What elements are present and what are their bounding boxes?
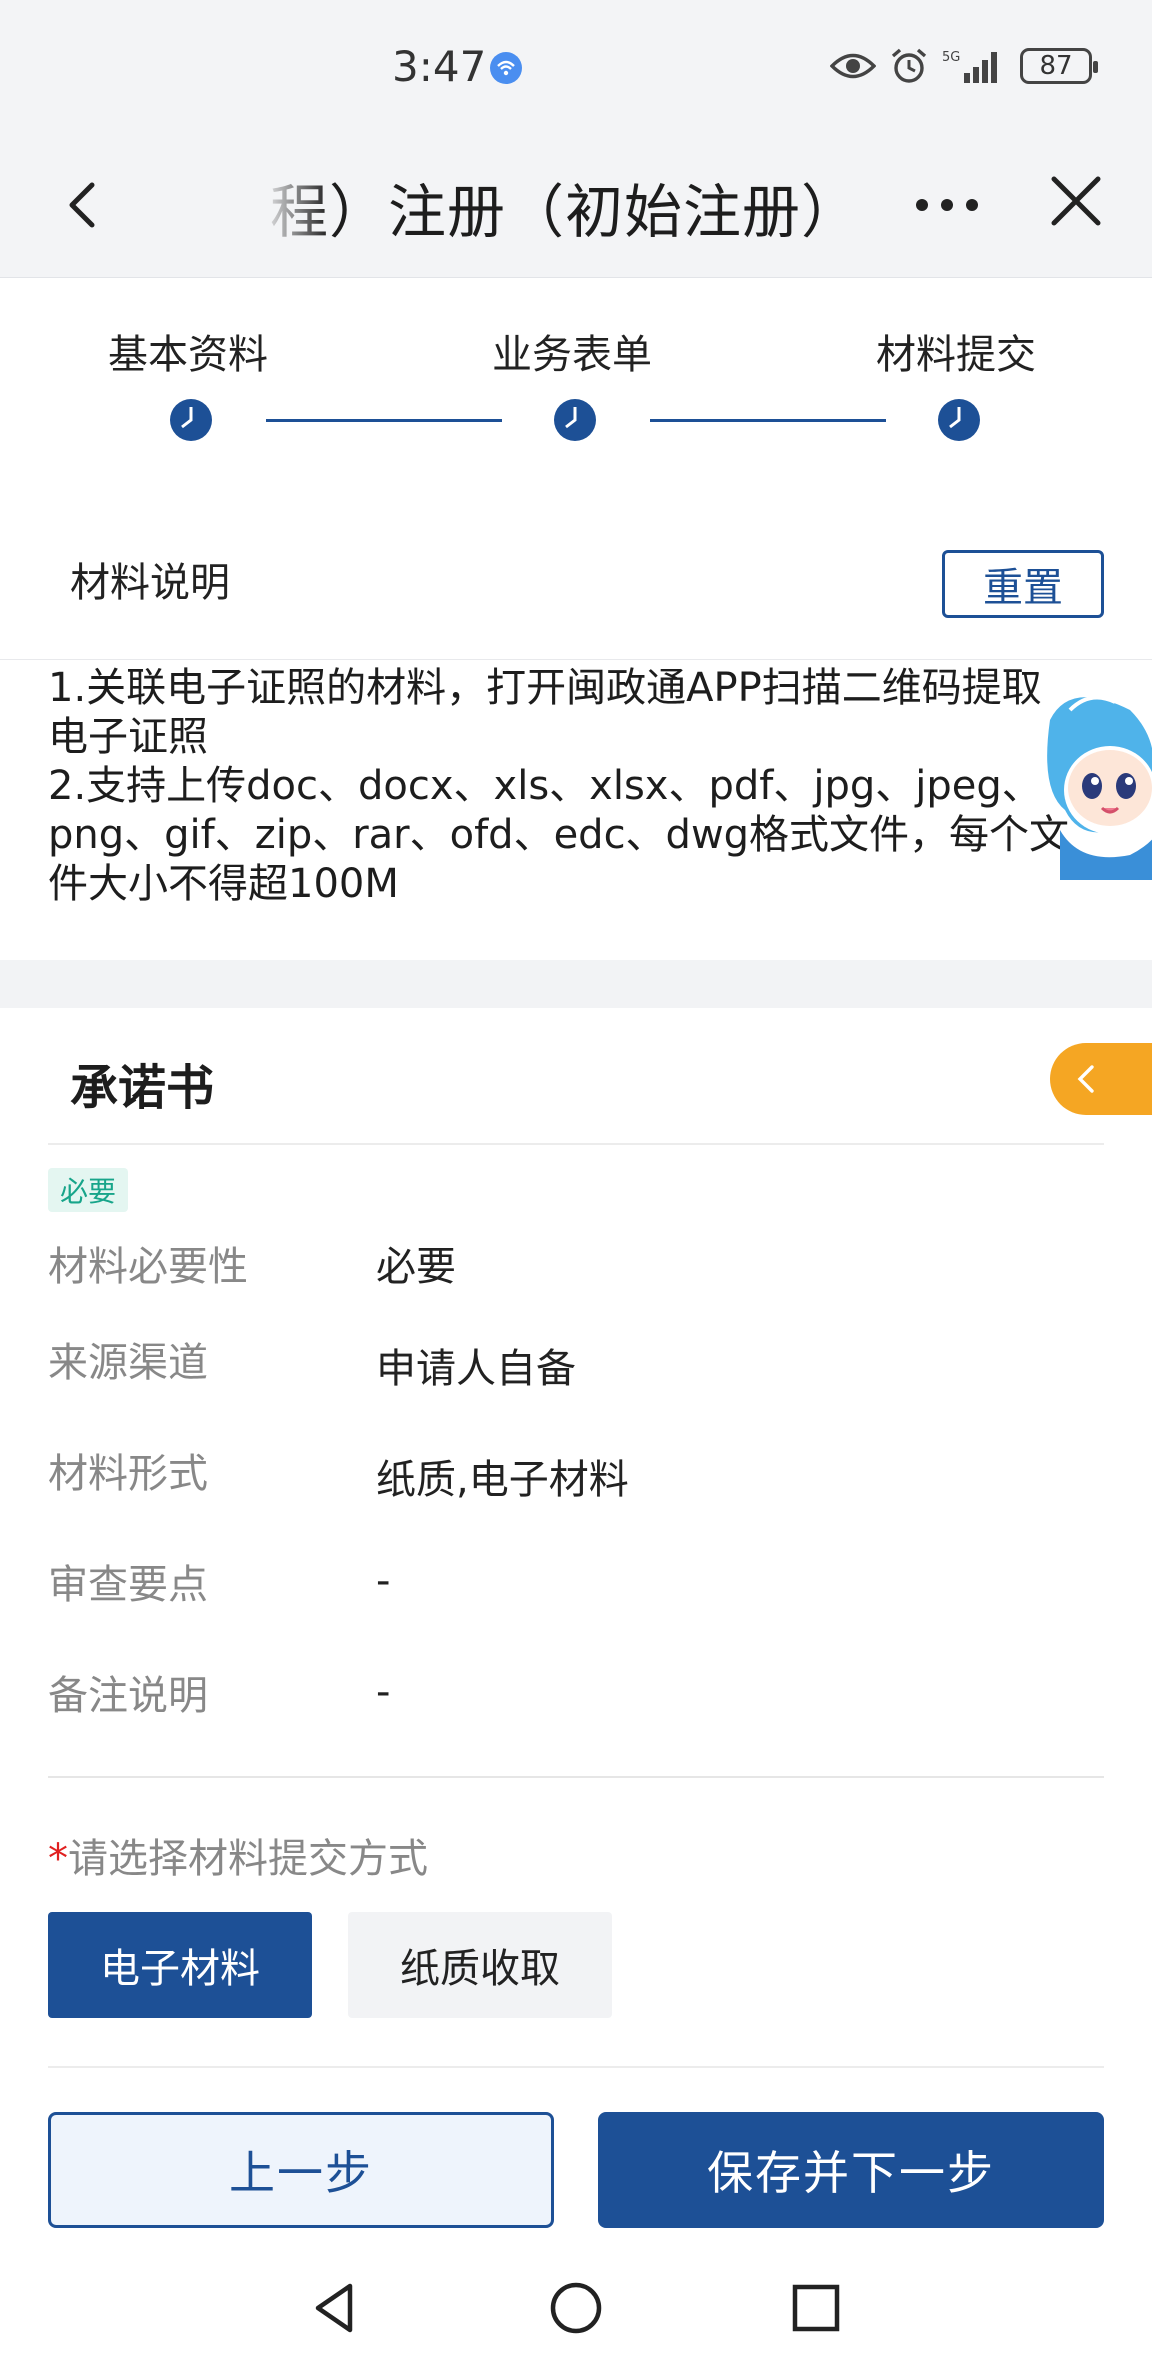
signal-icon: 5G xyxy=(942,50,997,83)
description-line: png、gif、zip、rar、ofd、edc、dwg格式文件，每个文 xyxy=(48,812,1070,858)
section-separator xyxy=(0,960,1152,1008)
previous-step-button[interactable]: 上一步 xyxy=(48,2112,554,2228)
battery-level: 87 xyxy=(1039,51,1073,81)
field-value-necessity: 必要 xyxy=(376,1244,456,1290)
navigation-bar: 程）注册（初始注册） xyxy=(0,135,1152,278)
field-value-source: 申请人自备 xyxy=(376,1346,576,1392)
status-icons: 5G 87 xyxy=(830,44,1098,88)
title-fade xyxy=(260,155,330,245)
step-label-material-submit: 材料提交 xyxy=(876,332,1036,378)
recents-square-icon[interactable] xyxy=(784,2276,848,2340)
home-circle-icon[interactable] xyxy=(544,2276,608,2340)
eye-icon xyxy=(830,53,876,79)
material-description-text: 1.关联电子证照的材料，打开闽政通APP扫描二维码提取 电子证照 2.支持上传d… xyxy=(48,664,1088,909)
page-title: 程）注册（初始注册） xyxy=(270,178,861,246)
status-bar: 3:47 5G 87 xyxy=(0,0,1152,135)
chevron-left-icon xyxy=(1077,1065,1094,1093)
more-horizontal-icon[interactable] xyxy=(912,185,982,225)
back-triangle-icon[interactable] xyxy=(304,2276,368,2340)
submit-method-label: *请选择材料提交方式 xyxy=(48,1826,428,1884)
progress-steps: 基本资料 业务表单 材料提交 xyxy=(0,278,1152,478)
clock-icon xyxy=(554,399,596,441)
description-line: 1.关联电子证照的材料，打开闽政通APP扫描二维码提取 xyxy=(48,665,1042,711)
hotspot-icon xyxy=(490,52,522,84)
field-label-remarks: 备注说明 xyxy=(48,1673,208,1719)
divider xyxy=(48,2066,1104,2068)
step-label-basic-info: 基本资料 xyxy=(108,332,268,378)
mascot-assistant-icon[interactable] xyxy=(1020,680,1152,880)
description-line: 电子证照 xyxy=(48,714,208,760)
required-badge: 必要 xyxy=(48,1168,129,1212)
field-label-review-points: 审查要点 xyxy=(48,1562,208,1608)
save-and-next-button[interactable]: 保存并下一步 xyxy=(598,2112,1104,2228)
network-label: 5G xyxy=(942,50,960,65)
alarm-icon xyxy=(891,48,927,83)
step-label-business-form: 业务表单 xyxy=(492,332,652,378)
description-line: 件大小不得超100M xyxy=(48,861,399,907)
step-connector xyxy=(650,419,886,422)
divider xyxy=(48,1776,1104,1778)
submit-method-text: 请选择材料提交方式 xyxy=(68,1836,428,1882)
electronic-material-button[interactable]: 电子材料 xyxy=(48,1912,312,2018)
field-value-remarks: - xyxy=(376,1669,391,1715)
clock-icon xyxy=(938,399,980,441)
field-label-necessity: 材料必要性 xyxy=(48,1244,248,1290)
paper-collection-button[interactable]: 纸质收取 xyxy=(348,1912,612,2018)
field-value-review-points: - xyxy=(376,1558,391,1604)
chevron-left-icon[interactable] xyxy=(48,169,120,241)
reset-button[interactable]: 重置 xyxy=(942,550,1104,618)
material-title: 承诺书 xyxy=(70,1060,215,1116)
description-line: 2.支持上传doc、docx、xls、xlsx、pdf、jpg、jpeg、 xyxy=(48,763,1042,809)
field-label-source: 来源渠道 xyxy=(48,1340,208,1386)
material-description-title: 材料说明 xyxy=(70,560,230,606)
clock-icon xyxy=(170,399,212,441)
floating-side-tab[interactable] xyxy=(1050,1043,1152,1115)
field-value-form: 纸质,电子材料 xyxy=(376,1457,629,1503)
field-label-form: 材料形式 xyxy=(48,1451,208,1497)
material-description-header: 材料说明 重置 xyxy=(0,500,1152,660)
status-time: 3:47 xyxy=(392,42,487,91)
close-icon[interactable] xyxy=(1040,165,1112,237)
system-navigation-bar xyxy=(0,2254,1152,2376)
step-connector xyxy=(266,419,502,422)
divider xyxy=(48,1143,1104,1145)
required-star: * xyxy=(48,1836,68,1882)
battery-indicator: 87 xyxy=(1020,48,1098,84)
